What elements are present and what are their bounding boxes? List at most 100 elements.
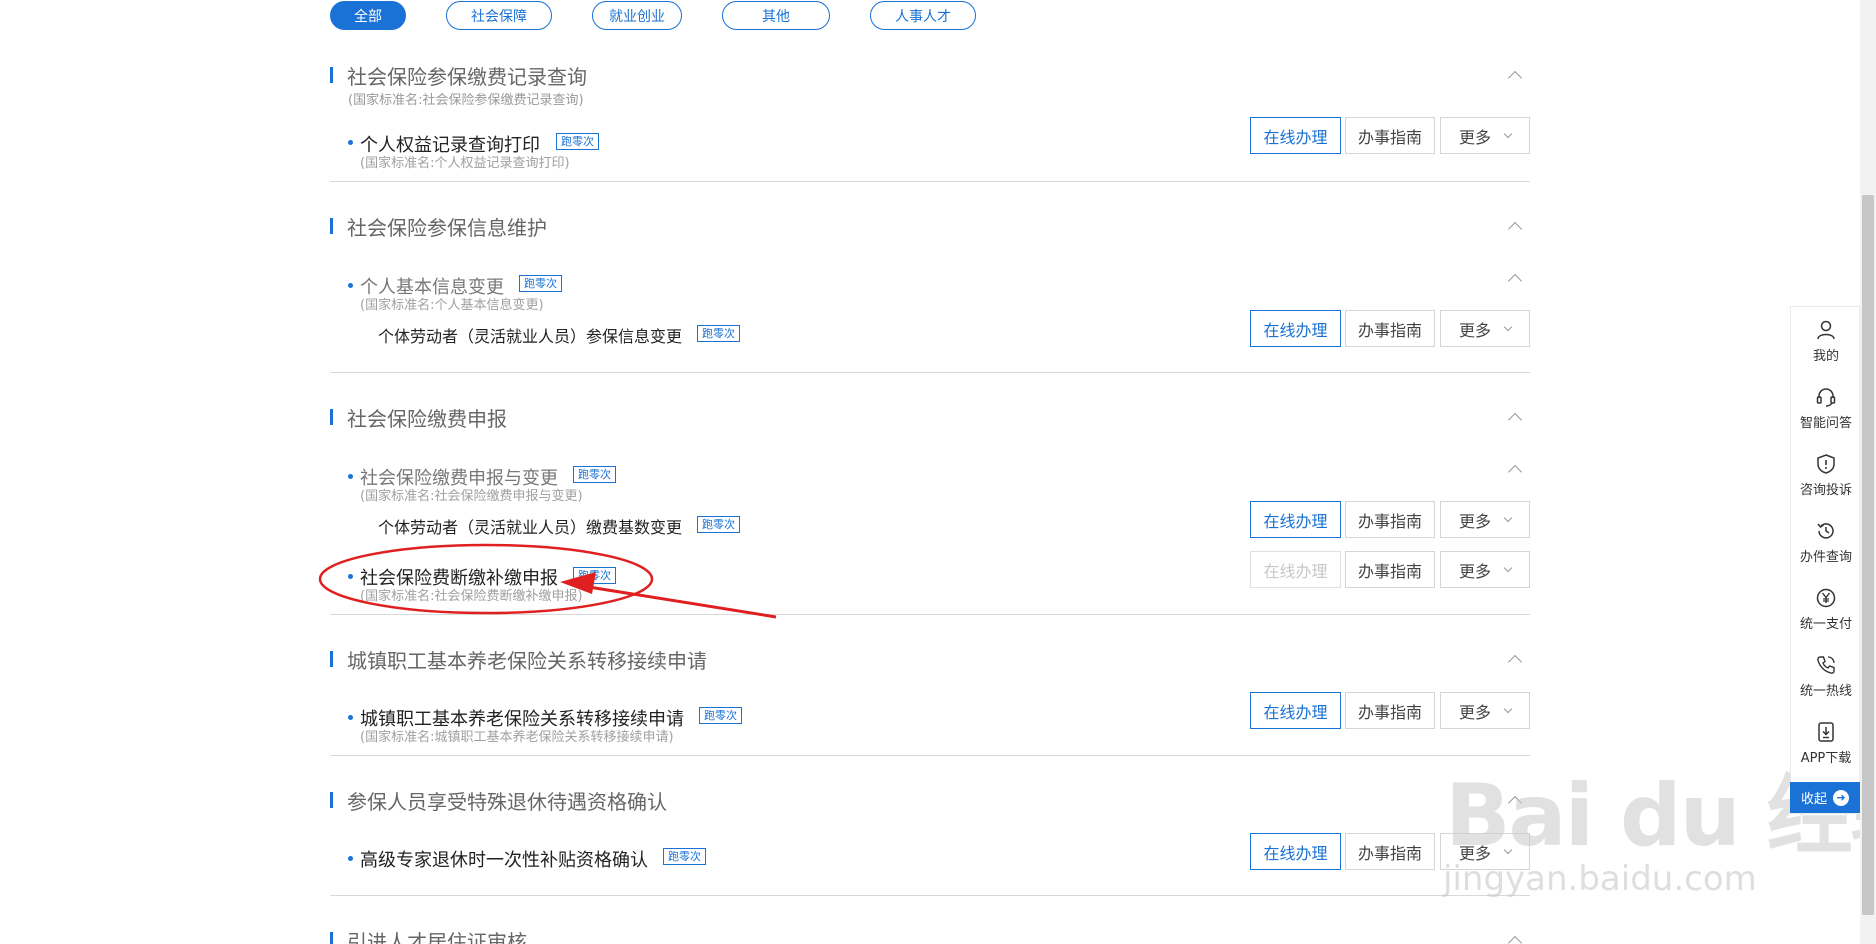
zero-trip-badge: 跑零次	[697, 325, 740, 342]
zero-trip-badge: 跑零次	[573, 466, 616, 483]
chevron-up-icon[interactable]	[1507, 412, 1523, 428]
sidebar-item-hotline[interactable]: 统一热线	[1791, 654, 1861, 699]
sidebar-label: 我的	[1812, 349, 1839, 364]
bullet-icon	[348, 574, 353, 579]
scrollbar-thumb[interactable]	[1862, 195, 1874, 915]
headset-icon	[1816, 388, 1836, 407]
service-guide-button[interactable]: 办事指南	[1345, 501, 1435, 538]
collapse-label: 收起	[1800, 792, 1827, 807]
more-label: 更多	[1458, 320, 1491, 340]
chevron-up-icon[interactable]	[1507, 654, 1523, 670]
floating-sidebar: 我的 智能问答 咨询投诉 办件查询 统一支付 统一热线 APP下载	[1790, 306, 1860, 814]
online-handle-button[interactable]: 在线办理	[1250, 833, 1341, 870]
sidebar-label: 咨询投诉	[1799, 483, 1852, 498]
item-standard-name: (国家标准名:社会保险费断缴补缴申报)	[360, 589, 583, 604]
chevron-up-icon[interactable]	[1507, 70, 1523, 86]
sub-item-title[interactable]: 个体劳动者（灵活就业人员）缴费基数变更	[378, 514, 682, 538]
shield-alert-icon	[1817, 454, 1835, 474]
category-title[interactable]: 社会保险参保缴费记录查询	[347, 61, 587, 90]
category-title[interactable]: 城镇职工基本养老保险关系转移接续申请	[347, 645, 707, 674]
item-standard-name: (国家标准名:个人权益记录查询打印)	[360, 156, 570, 171]
online-handle-button-disabled: 在线办理	[1250, 551, 1341, 588]
divider	[330, 755, 1530, 756]
zero-trip-badge: 跑零次	[573, 567, 616, 584]
sub-item-title[interactable]: 个体劳动者（灵活就业人员）参保信息变更	[378, 323, 682, 347]
more-button[interactable]: 更多	[1440, 117, 1530, 154]
category-title[interactable]: 社会保险参保信息维护	[347, 212, 547, 241]
download-icon	[1818, 722, 1834, 742]
user-icon	[1817, 320, 1835, 340]
bullet-icon	[348, 474, 353, 479]
category-marker	[330, 67, 333, 83]
sidebar-label: 统一支付	[1799, 617, 1852, 632]
chevron-down-icon	[1503, 513, 1513, 522]
category-title[interactable]: 参保人员享受特殊退休待遇资格确认	[347, 786, 667, 815]
sidebar-label: APP下载	[1800, 751, 1852, 766]
history-icon	[1817, 523, 1834, 539]
category-marker	[330, 651, 333, 667]
category-title[interactable]: 引进人才居住证审核	[347, 926, 527, 944]
service-guide-button[interactable]: 办事指南	[1345, 551, 1435, 588]
yen-icon	[1816, 588, 1836, 608]
chevron-down-icon	[1503, 129, 1513, 138]
more-button[interactable]: 更多	[1440, 501, 1530, 538]
item-standard-name: (国家标准名:社会保险缴费申报与变更)	[360, 489, 583, 504]
sidebar-item-payment[interactable]: 统一支付	[1791, 587, 1861, 632]
zero-trip-badge: 跑零次	[663, 848, 706, 865]
category-marker	[330, 409, 333, 425]
bullet-icon	[348, 856, 353, 861]
category-title[interactable]: 社会保险缴费申报	[347, 403, 507, 432]
more-button[interactable]: 更多	[1440, 310, 1530, 347]
online-handle-button[interactable]: 在线办理	[1250, 310, 1341, 347]
chevron-down-icon	[1503, 563, 1513, 572]
online-handle-button[interactable]: 在线办理	[1250, 692, 1341, 729]
service-guide-button[interactable]: 办事指南	[1345, 692, 1435, 729]
chevron-up-icon[interactable]	[1507, 221, 1523, 237]
sidebar-item-app-download[interactable]: APP下载	[1791, 721, 1861, 766]
category-marker	[330, 792, 333, 808]
divider	[330, 614, 1530, 615]
more-button[interactable]: 更多	[1440, 692, 1530, 729]
chevron-up-icon[interactable]	[1507, 273, 1523, 289]
sidebar-item-mine[interactable]: 我的	[1791, 319, 1861, 364]
service-guide-button[interactable]: 办事指南	[1345, 310, 1435, 347]
sidebar-item-complaint[interactable]: 咨询投诉	[1791, 453, 1861, 498]
online-handle-button[interactable]: 在线办理	[1250, 501, 1341, 538]
service-list: 社会保险参保缴费记录查询 (国家标准名:社会保险参保缴费记录查询) 个人权益记录…	[330, 0, 1530, 944]
online-handle-button[interactable]: 在线办理	[1250, 117, 1341, 154]
sidebar-item-case-query[interactable]: 办件查询	[1791, 520, 1861, 565]
sidebar-label: 统一热线	[1799, 684, 1852, 699]
chevron-up-icon[interactable]	[1507, 464, 1523, 480]
divider	[330, 895, 1530, 896]
chevron-up-icon[interactable]	[1507, 935, 1523, 944]
zero-trip-badge: 跑零次	[699, 707, 742, 724]
service-guide-button[interactable]: 办事指南	[1345, 117, 1435, 154]
sidebar-collapse-button[interactable]: 收起 ➜	[1790, 782, 1860, 813]
watermark-url: jingyan.baidu.com	[1443, 859, 1757, 899]
zero-trip-badge: 跑零次	[556, 133, 599, 150]
sidebar-label: 办件查询	[1799, 550, 1852, 565]
chevron-down-icon	[1503, 322, 1513, 331]
item-standard-name: (国家标准名:个人基本信息变更)	[360, 298, 544, 313]
divider	[330, 372, 1530, 373]
sidebar-label: 智能问答	[1799, 416, 1852, 431]
category-standard-name: (国家标准名:社会保险参保缴费记录查询)	[348, 93, 584, 108]
more-label: 更多	[1458, 511, 1491, 531]
bullet-icon	[348, 140, 353, 145]
more-label: 更多	[1458, 561, 1491, 581]
more-label: 更多	[1458, 127, 1491, 147]
service-guide-button[interactable]: 办事指南	[1345, 833, 1435, 870]
zero-trip-badge: 跑零次	[697, 516, 740, 533]
category-marker	[330, 218, 333, 234]
zero-trip-badge: 跑零次	[519, 275, 562, 292]
item-title[interactable]: 高级专家退休时一次性补贴资格确认	[360, 846, 648, 872]
more-label: 更多	[1458, 702, 1491, 722]
bullet-icon	[348, 283, 353, 288]
sidebar-item-smart-qa[interactable]: 智能问答	[1791, 386, 1861, 431]
divider	[330, 181, 1530, 182]
category-marker	[330, 932, 333, 944]
more-button[interactable]: 更多	[1440, 551, 1530, 588]
bullet-icon	[348, 715, 353, 720]
chevron-down-icon	[1503, 704, 1513, 713]
item-standard-name: (国家标准名:城镇职工基本养老保险关系转移接续申请)	[360, 730, 674, 745]
